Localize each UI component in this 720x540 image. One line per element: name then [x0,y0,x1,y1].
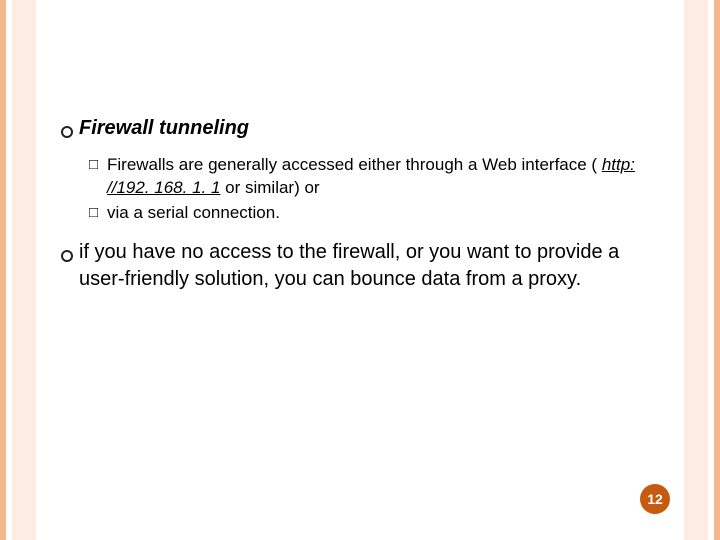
bullet-firewall-tunneling: Firewall tunneling [61,115,659,146]
sub-bullet: □ via a serial connection. [89,202,659,225]
sub-text-pre: via a serial connection. [107,203,280,222]
sub-text-post: or similar) or [220,178,319,197]
bullet-proxy-bounce: if you have no access to the firewall, o… [61,239,659,293]
sub-bullet: □ Firewalls are generally accessed eithe… [89,154,659,200]
sub-bullet-text: Firewalls are generally accessed either … [107,154,659,200]
page-number-badge: 12 [640,484,670,514]
slide: Firewall tunneling □ Firewalls are gener… [0,0,720,540]
ring-bullet-icon [61,119,79,146]
sub-bullet-text: via a serial connection. [107,202,659,225]
decor-stripe-left [12,0,36,540]
slide-content: Firewall tunneling □ Firewalls are gener… [61,115,659,293]
square-bullet-icon: □ [89,202,107,223]
ring-bullet-icon [61,243,79,270]
square-bullet-icon: □ [89,154,107,175]
bullet-body: if you have no access to the firewall, o… [79,239,659,293]
sub-bullet-list: □ Firewalls are generally accessed eithe… [89,154,659,225]
decor-stripe-right [684,0,708,540]
page-number-value: 12 [647,491,663,507]
sub-text-pre: Firewalls are generally accessed either … [107,155,602,174]
bullet-title: Firewall tunneling [79,117,249,139]
